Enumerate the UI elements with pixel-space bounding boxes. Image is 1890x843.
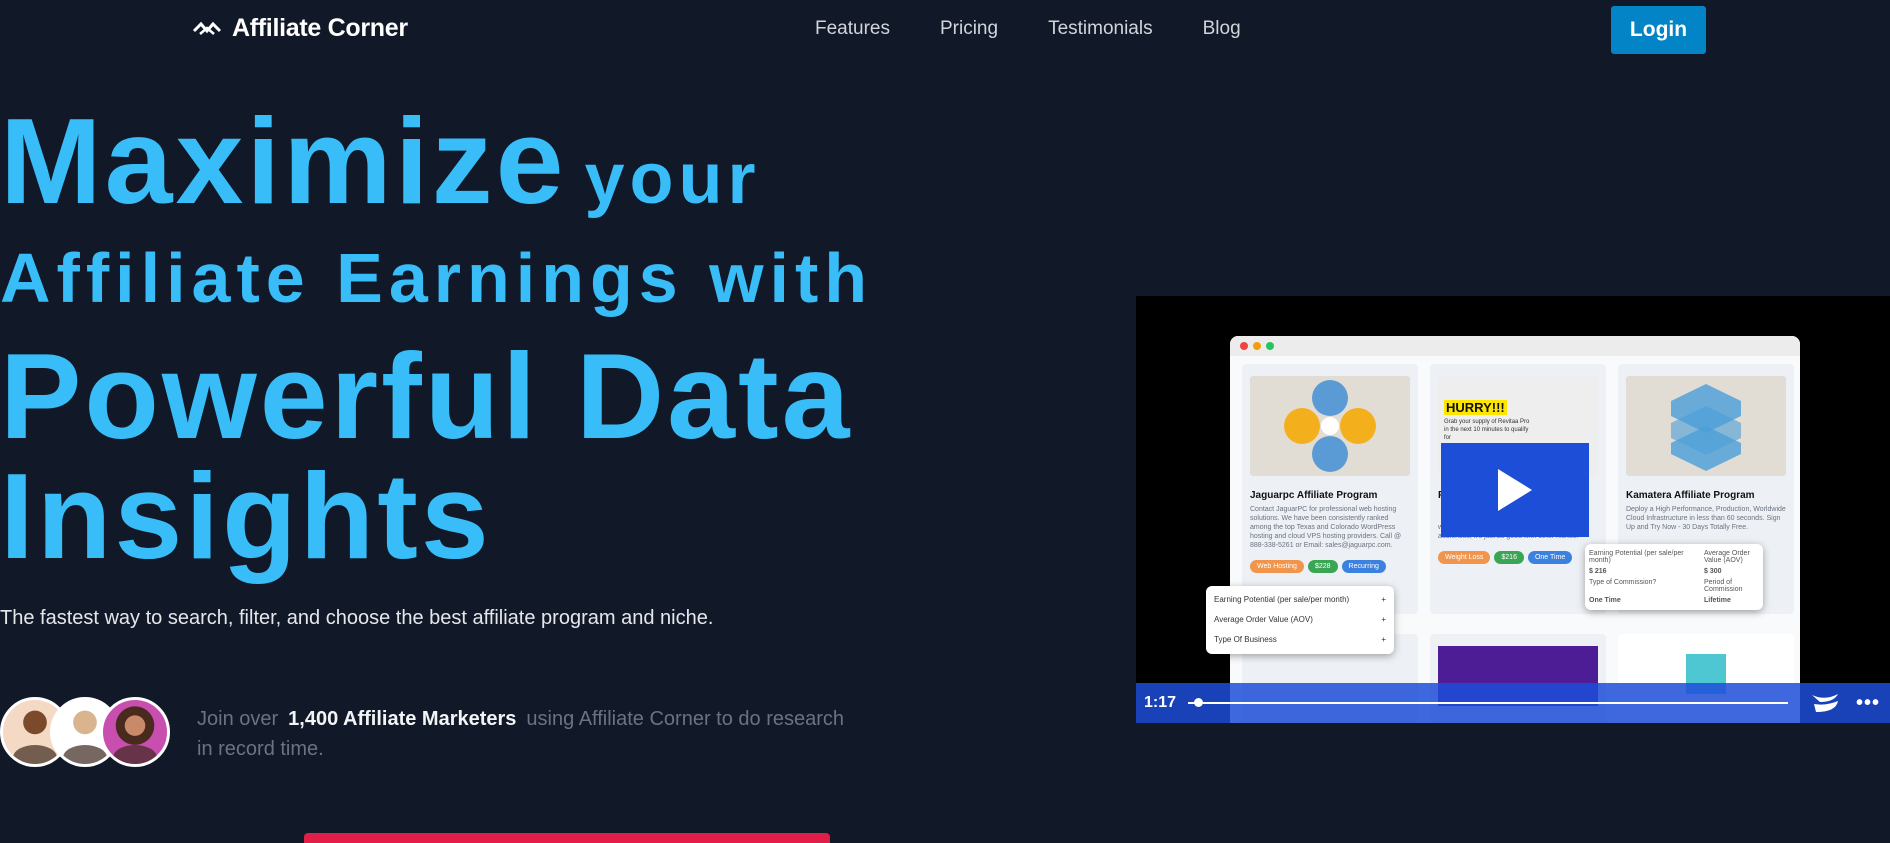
jaguarpc-logo-icon [1250,376,1410,476]
earning-value: $ 216 [1589,568,1607,575]
filters-popup: Earning Potential (per sale/per month) + … [1206,586,1394,654]
hero-heading-line2: Affiliate Earnings with [0,239,874,317]
video-player[interactable]: Jaguarpc Affiliate Program Contact Jagua… [1136,296,1890,723]
earning-label: Earning Potential (per sale/per month) [1589,550,1684,564]
nav-blog[interactable]: Blog [1203,18,1241,40]
card-desc: Deploy a High Performance, Production, W… [1626,506,1786,531]
chip: $228 [1307,560,1338,573]
hero-heading-line3: Powerful Data [0,328,853,464]
plus-icon: + [1381,595,1386,604]
card-title: Kamatera Affiliate Program [1626,490,1755,501]
promo-text: Grab your supply of Revitaa Pro in the n… [1444,419,1530,441]
close-dot-icon [1240,342,1248,350]
video-time: 1:17 [1144,694,1177,711]
period-label: Period of Commission [1704,579,1743,593]
aov-value: $ 300 [1704,568,1722,575]
cta-button[interactable] [304,833,830,843]
filter-earning[interactable]: Earning Potential (per sale/per month) + [1206,590,1394,610]
nav-features[interactable]: Features [815,18,890,40]
browser-bar [1230,336,1800,356]
heading-maximize: Maximize [0,93,567,229]
wistia-logo-icon[interactable] [1810,692,1840,714]
nav-testimonials[interactable]: Testimonials [1048,18,1153,40]
aov-label: Average Order Value (AOV) [1704,550,1750,564]
play-button[interactable] [1441,443,1589,537]
kamatera-logo-icon [1626,376,1786,476]
filter-label: Average Order Value (AOV) [1214,615,1313,624]
plus-icon: + [1381,615,1386,624]
chip: One Time [1527,551,1573,564]
heading-your: your [584,139,761,219]
play-icon [1498,469,1532,511]
progress-knob[interactable] [1194,698,1204,707]
chip: Recurring [1341,560,1386,573]
program-card: Jaguarpc Affiliate Program Contact Jagua… [1242,364,1418,614]
login-button[interactable]: Login [1611,6,1706,54]
video-controls: 1:17 ••• [1136,683,1890,723]
progress-slider[interactable] [1188,698,1789,707]
card-desc: Contact JaguarPC for professional web ho… [1250,506,1402,549]
card-title: Jaguarpc Affiliate Program [1250,490,1378,501]
filter-aov[interactable]: Average Order Value (AOV) + [1206,610,1394,630]
chip: Web Hosting [1250,560,1304,573]
nav-logo[interactable]: Affiliate Corner [192,14,408,43]
chip: Weight Loss [1438,551,1491,564]
details-popup: Earning Potential (per sale/per month) A… [1585,544,1763,610]
chip: $216 [1494,551,1524,564]
avatar-group [0,697,170,767]
more-options-icon[interactable]: ••• [1856,692,1880,715]
filter-label: Type Of Business [1214,635,1277,644]
brand-name: Affiliate Corner [232,14,408,42]
period-value: Lifetime [1704,597,1731,604]
maximize-dot-icon [1266,342,1274,350]
main-nav: Features Pricing Testimonials Blog [815,18,1291,40]
join-prefix: Join over [197,708,279,730]
commission-label: Type of Commission? [1589,579,1657,586]
plus-icon: + [1381,635,1386,644]
commission-value: One Time [1589,597,1621,604]
avatar [100,697,170,767]
social-proof-text: Join over 1,400 Affiliate Marketers using … [197,704,857,764]
hero-heading-line1: Maximize your [0,100,760,222]
filter-business[interactable]: Type Of Business + [1206,630,1394,650]
logo-icon [192,21,222,35]
promo-badge: HURRY!!! [1444,400,1507,415]
hero-tagline: The fastest way to search, filter, and c… [0,607,714,629]
nav-pricing[interactable]: Pricing [940,18,998,40]
hero-heading-line4: Insights [0,448,492,584]
minimize-dot-icon [1253,342,1261,350]
join-count: 1,400 Affiliate Marketers [288,708,517,730]
filter-label: Earning Potential (per sale/per month) [1214,595,1350,604]
